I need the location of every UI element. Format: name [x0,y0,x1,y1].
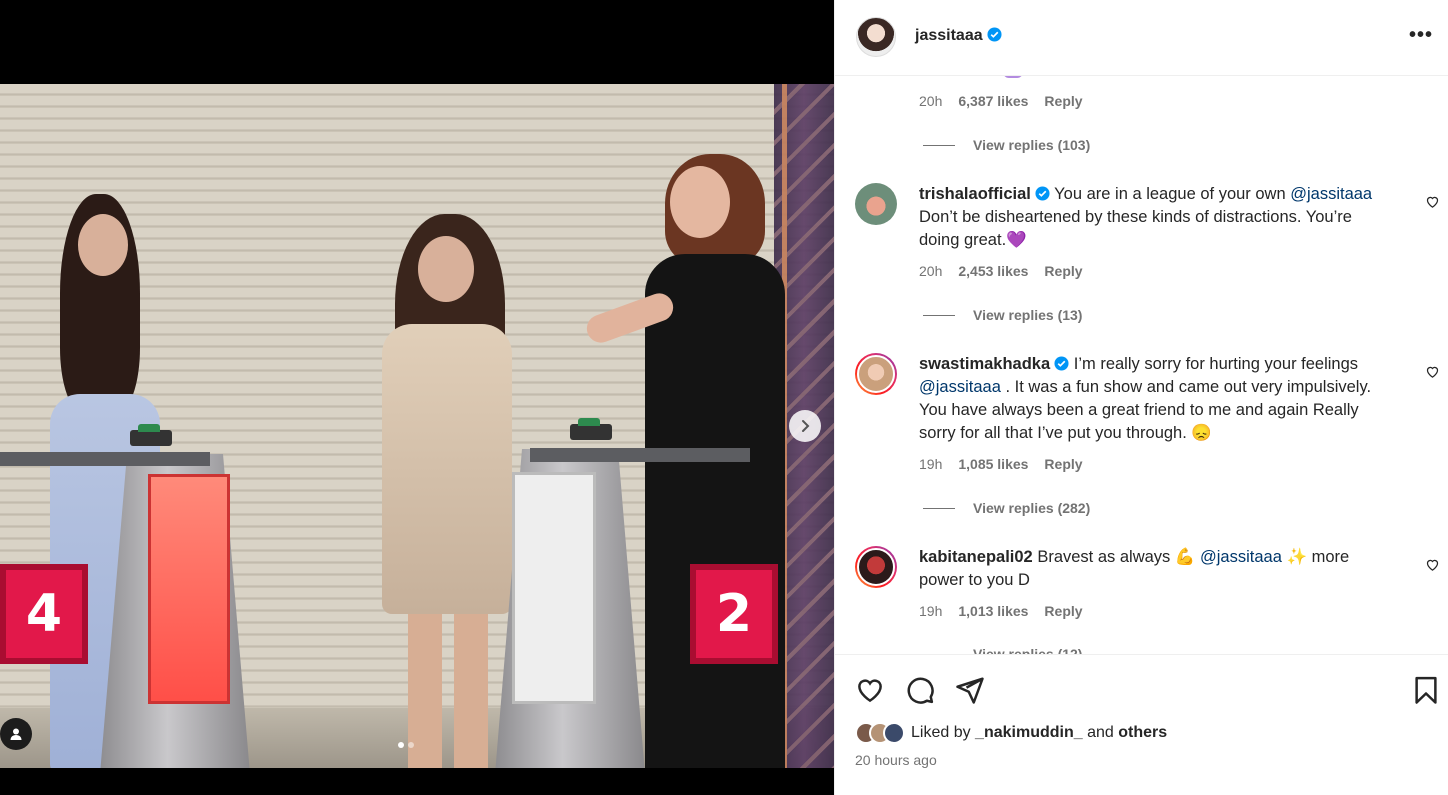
comment-3-body-before: Bravest as always 💪 [1037,548,1201,566]
post-timestamp[interactable]: 20 hours ago [855,752,937,768]
comment-1-body-before: You are in a league of your own [1054,185,1291,203]
carousel-next-button[interactable] [789,410,821,442]
post-photo: 4 2 [0,84,834,768]
podium-left-top [0,452,210,466]
comment-3-mention[interactable]: @jassitaaa [1200,548,1282,566]
comment-0-view-replies[interactable]: View replies (103) [923,137,1090,153]
comment-2-avatar[interactable] [855,353,897,395]
number-badge-4: 4 [0,564,88,664]
carousel-dot-2 [408,742,414,748]
comment-2-time: 19h [919,456,943,472]
carousel-dots [398,742,414,748]
owner-username[interactable]: jassitaaa [915,27,983,44]
comment-2-text: swastimakhadka I’m really sorry for hurt… [919,353,1395,445]
comment-2-likes[interactable]: 1,085 likes [958,456,1028,472]
more-options-button[interactable]: ••• [1409,24,1433,47]
post-header: jassitaaa ••• [835,0,1448,76]
comment-1-text: trishalaofficial You are in a league of … [919,183,1395,252]
emoji-fragment [1003,76,1023,78]
comment-3-avatar[interactable] [855,546,897,588]
comment-2-view-replies[interactable]: View replies (282) [923,500,1090,516]
comment-0-time: 20h [919,93,943,109]
comment-1-body-after: Don’t be disheartened by these kinds of … [919,208,1352,249]
post-side-panel: jassitaaa ••• 20h 6,387 likes Reply View… [834,0,1448,795]
comment-3-time: 19h [919,603,943,619]
bookmark-icon[interactable] [1411,675,1441,705]
comment-2-view-replies-label[interactable]: View replies (282) [973,500,1090,516]
liked-by-and: and [1087,724,1114,741]
carousel-dot-1 [398,742,404,748]
podium-right-top [530,448,750,462]
comment-1-mention[interactable]: @jassitaaa [1290,185,1372,203]
comment-1-view-replies[interactable]: View replies (13) [923,307,1082,323]
comment-3-text: kabitanepali02 Bravest as always 💪 @jass… [919,546,1395,592]
comment-3-meta: 19h 1,013 likes Reply [919,603,1083,619]
liked-by-text: Liked by _nakimuddin_ and others [911,724,1167,742]
podium-left-screen [148,474,230,704]
divider-line [923,507,955,509]
comment-2-meta: 19h 1,085 likes Reply [919,456,1083,472]
podium-right-screen [512,472,596,704]
user-tags-button[interactable] [0,718,32,750]
comment-1-meta: 20h 2,453 likes Reply [919,263,1083,279]
post-media[interactable]: 4 2 [0,0,834,795]
buzzer-right [570,418,612,440]
divider-line [923,314,955,316]
verified-badge-icon [987,27,1002,42]
user-tag-icon [10,728,22,740]
comment-2-mention[interactable]: @jassitaaa [919,378,1001,396]
comment-2-username[interactable]: swastimakhadka [919,355,1050,373]
number-badge-2: 2 [690,564,778,664]
comment-2-reply[interactable]: Reply [1044,456,1082,472]
share-icon[interactable] [955,675,985,705]
comment-0-meta: 20h 6,387 likes Reply [919,93,1083,109]
comment-0-reply[interactable]: Reply [1044,93,1082,109]
chevron-right-icon [802,420,810,432]
liked-by-prefix: Liked by [911,724,971,741]
comment-3-view-replies[interactable]: View replies (12) [923,646,1082,654]
verified-badge-icon [1054,356,1069,371]
comment-1-reply[interactable]: Reply [1044,263,1082,279]
liked-by-others[interactable]: others [1118,724,1167,741]
heart-icon[interactable] [855,675,885,705]
liked-by-user[interactable]: _nakimuddin_ [975,724,1083,741]
comment-0-view-replies-label[interactable]: View replies (103) [973,137,1090,153]
comment-1-time: 20h [919,263,943,279]
more-options-icon: ••• [1408,24,1433,46]
buzzer-left [130,424,172,446]
liked-by-row: Liked by _nakimuddin_ and others [855,722,1167,744]
comment-1-username[interactable]: trishalaofficial [919,185,1031,203]
comment-2-like-icon[interactable] [1425,364,1440,379]
liker-avatar [883,722,905,744]
comment-3-view-replies-label[interactable]: View replies (12) [973,646,1082,654]
comment-2-body-before: I’m really sorry for hurting your feelin… [1073,355,1359,373]
comment-1-view-replies-label[interactable]: View replies (13) [973,307,1082,323]
comment-1-avatar[interactable] [855,183,897,225]
comment-3-reply[interactable]: Reply [1044,603,1082,619]
comment-icon[interactable] [905,675,935,705]
number-badge-4-label: 4 [25,584,63,644]
comment-3-likes[interactable]: 1,013 likes [958,603,1028,619]
divider-line [923,144,955,146]
owner-avatar[interactable] [856,17,896,57]
owner-username-row[interactable]: jassitaaa [915,27,1002,45]
comment-0-likes[interactable]: 6,387 likes [958,93,1028,109]
comment-1-like-icon[interactable] [1425,194,1440,209]
number-badge-2-label: 2 [715,584,753,644]
comment-3-username[interactable]: kabitanepali02 [919,548,1033,566]
verified-badge-icon [1035,186,1050,201]
comment-1-likes[interactable]: 2,453 likes [958,263,1028,279]
comment-3-like-icon[interactable] [1425,557,1440,572]
comments-list[interactable]: 20h 6,387 likes Reply View replies (103)… [835,76,1448,654]
